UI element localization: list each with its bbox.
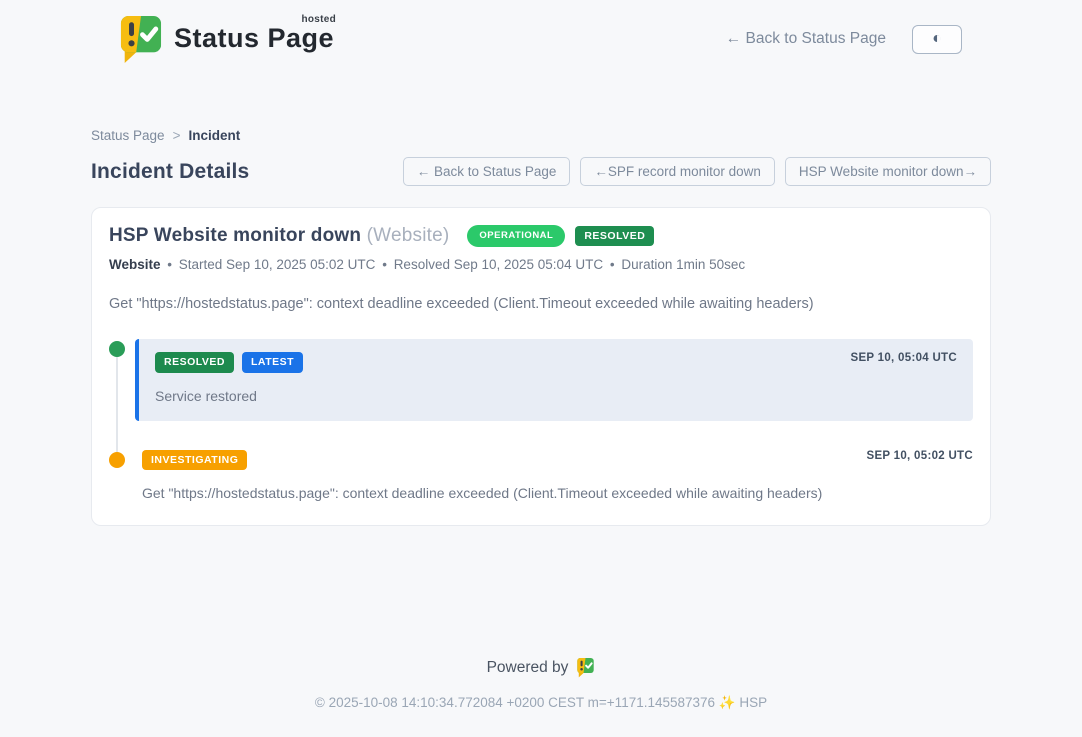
logo-brand: Status Page bbox=[174, 23, 334, 53]
timeline-badges: INVESTIGATING bbox=[142, 450, 247, 471]
half-circle-icon: ◐ bbox=[932, 31, 942, 47]
header-back-to-status-page-link[interactable]: ← Back to Status Page bbox=[726, 30, 886, 48]
prev-incident-button[interactable]: ←SPF record monitor down bbox=[580, 157, 775, 186]
incident-title: HSP Website monitor down (Website) bbox=[109, 225, 449, 247]
timeline-timestamp: SEP 10, 05:02 UTC bbox=[866, 450, 973, 462]
meta-duration: Duration 1min 50sec bbox=[621, 257, 745, 272]
meta-separator: • bbox=[382, 257, 387, 272]
incident-nav-buttons: ← Back to Status Page ←SPF record monito… bbox=[403, 157, 991, 186]
timeline-latest-badge: LATEST bbox=[242, 352, 303, 373]
status-page-logo-icon bbox=[118, 14, 164, 64]
incident-title-row: HSP Website monitor down (Website) OPERA… bbox=[109, 225, 973, 247]
incident-description: Get "https://hostedstatus.page": context… bbox=[109, 296, 973, 312]
incident-card: HSP Website monitor down (Website) OPERA… bbox=[91, 207, 991, 526]
incident-status-badges: OPERATIONAL RESOLVED bbox=[467, 225, 654, 246]
breadcrumb-incident: Incident bbox=[188, 128, 240, 143]
timeline-entry-head: RESOLVED LATEST SEP 10, 05:04 UTC bbox=[155, 352, 957, 373]
meta-started: Started Sep 10, 2025 05:02 UTC bbox=[179, 257, 376, 272]
timeline-message: Service restored bbox=[155, 388, 957, 404]
logo[interactable]: Status Page hosted bbox=[118, 14, 334, 64]
copyright-line: © 2025-10-08 14:10:34.772084 +0200 CEST … bbox=[0, 695, 1082, 711]
timeline-entry-latest: RESOLVED LATEST SEP 10, 05:04 UTC Servic… bbox=[109, 339, 973, 421]
logo-hosted-label: hosted bbox=[301, 14, 336, 25]
next-incident-button[interactable]: HSP Website monitor down→ bbox=[785, 157, 991, 186]
incident-component: (Website) bbox=[367, 225, 450, 246]
footer: Powered by © 2025-10-08 14:10:34.772084 … bbox=[0, 657, 1082, 737]
meta-separator: • bbox=[610, 257, 615, 272]
page-root: Status Page hosted ← Back to Status Page… bbox=[0, 0, 1082, 737]
powered-by-label: Powered by bbox=[487, 659, 569, 677]
timeline-resolved-badge: RESOLVED bbox=[155, 352, 234, 373]
timeline-message: Get "https://hostedstatus.page": context… bbox=[142, 485, 973, 501]
timeline-timestamp: SEP 10, 05:04 UTC bbox=[850, 352, 957, 364]
incident-name: HSP Website monitor down bbox=[109, 225, 361, 246]
operational-badge: OPERATIONAL bbox=[467, 225, 565, 246]
logo-text: Status Page hosted bbox=[174, 23, 334, 54]
footer-status-page-logo-icon[interactable] bbox=[576, 657, 595, 678]
back-to-status-page-button[interactable]: ← Back to Status Page bbox=[403, 157, 571, 186]
incident-timeline: RESOLVED LATEST SEP 10, 05:04 UTC Servic… bbox=[109, 339, 973, 501]
resolved-badge: RESOLVED bbox=[575, 226, 654, 247]
breadcrumb: Status Page > Incident bbox=[91, 128, 991, 143]
main-content: Status Page > Incident Incident Details … bbox=[91, 70, 991, 657]
timeline-latest-box: RESOLVED LATEST SEP 10, 05:04 UTC Servic… bbox=[135, 339, 973, 421]
breadcrumb-separator: > bbox=[173, 128, 181, 143]
meta-resolved: Resolved Sep 10, 2025 05:04 UTC bbox=[394, 257, 603, 272]
page-title: Incident Details bbox=[91, 160, 249, 184]
meta-component: Website bbox=[109, 257, 161, 272]
header-right: ← Back to Status Page ◐ bbox=[726, 25, 962, 54]
header: Status Page hosted ← Back to Status Page… bbox=[0, 0, 1082, 70]
breadcrumb-status-page[interactable]: Status Page bbox=[91, 128, 165, 143]
meta-separator: • bbox=[167, 257, 172, 272]
timeline-entry-investigating: INVESTIGATING SEP 10, 05:02 UTC Get "htt… bbox=[109, 450, 973, 502]
incident-meta: Website • Started Sep 10, 2025 05:02 UTC… bbox=[109, 257, 973, 272]
theme-toggle-button[interactable]: ◐ bbox=[912, 25, 962, 54]
title-row: Incident Details ← Back to Status Page ←… bbox=[91, 157, 991, 186]
timeline-dot-investigating bbox=[109, 452, 125, 468]
timeline-badges: RESOLVED LATEST bbox=[155, 352, 303, 373]
timeline-entry-head: INVESTIGATING SEP 10, 05:02 UTC bbox=[142, 450, 973, 471]
timeline-investigating-badge: INVESTIGATING bbox=[142, 450, 247, 471]
timeline-plain-content: INVESTIGATING SEP 10, 05:02 UTC Get "htt… bbox=[142, 450, 973, 502]
timeline-dot-resolved bbox=[109, 341, 125, 357]
powered-by: Powered by bbox=[0, 657, 1082, 678]
